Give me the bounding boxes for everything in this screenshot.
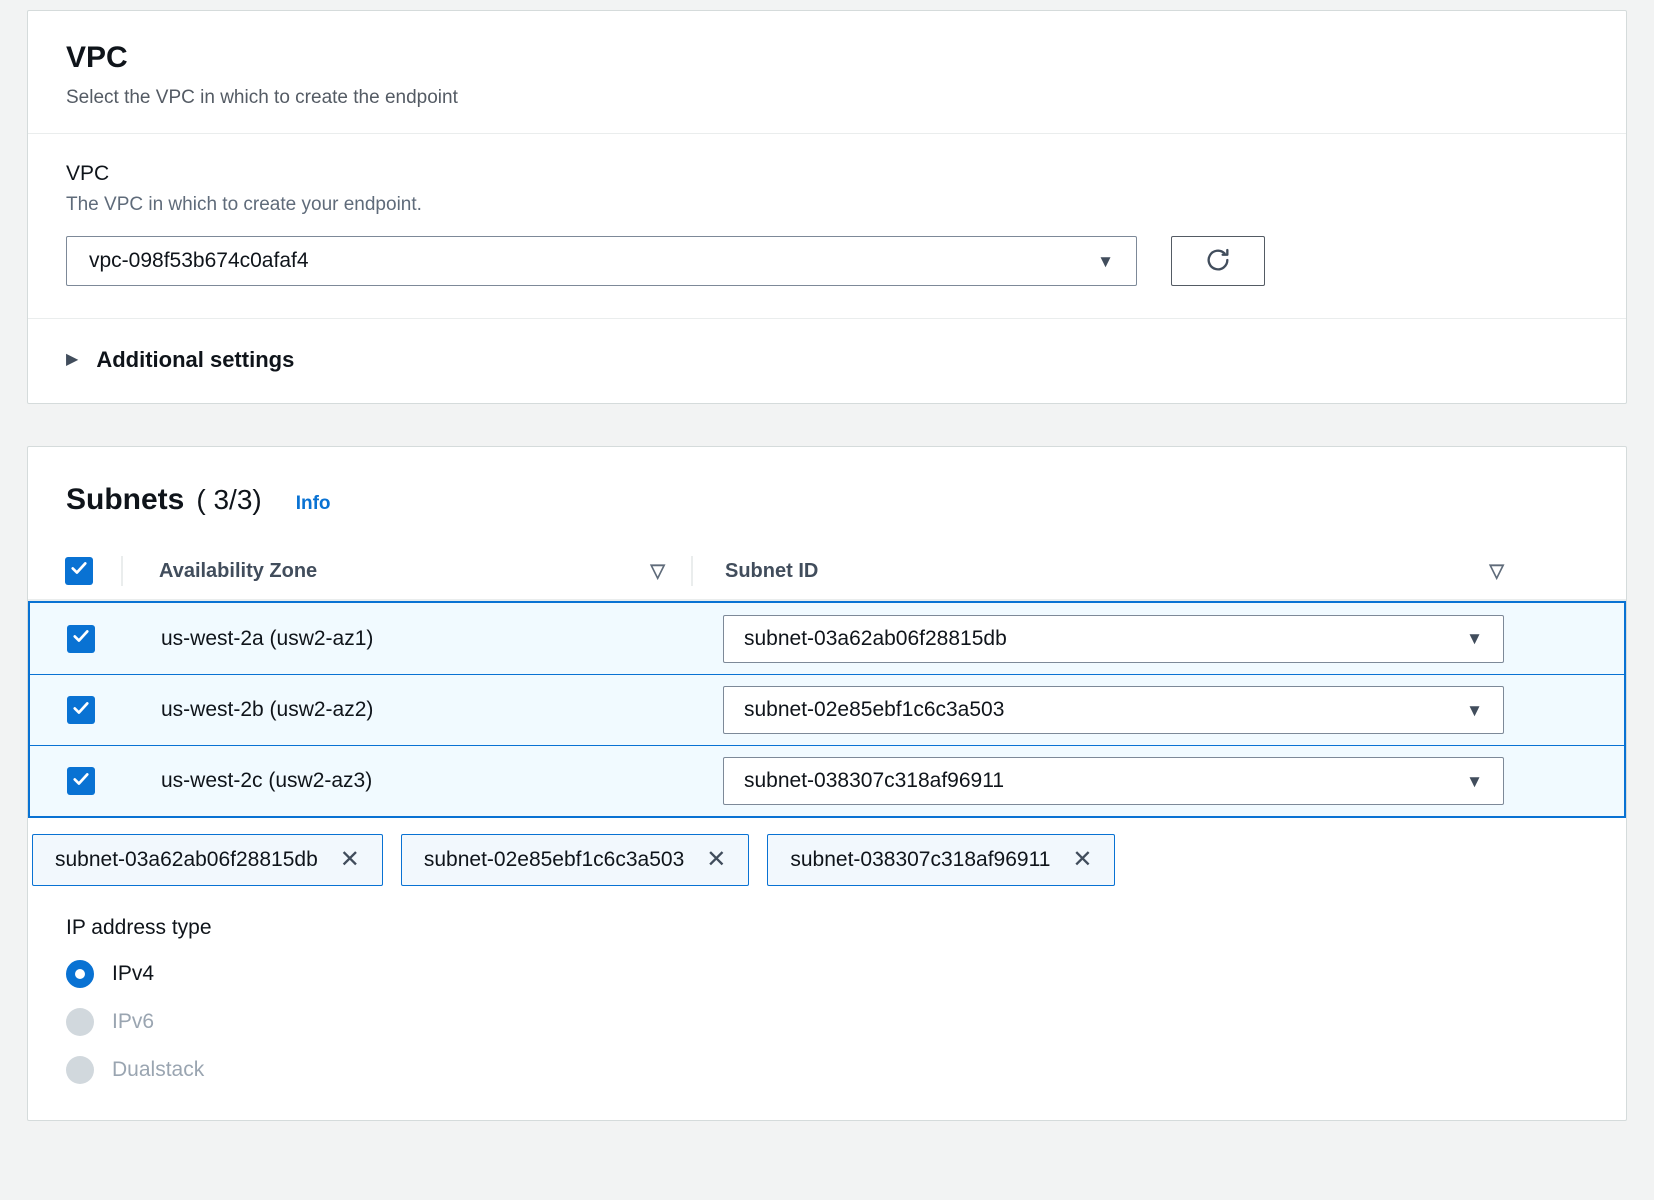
- check-icon: [71, 698, 91, 723]
- table-row: us-west-2a (usw2-az1) subnet-03a62ab06f2…: [30, 603, 1624, 674]
- radio-button-selected[interactable]: [66, 960, 94, 988]
- vpc-card-description: Select the VPC in which to create the en…: [66, 87, 1588, 109]
- close-icon[interactable]: ✕: [1072, 848, 1092, 872]
- subnet-select[interactable]: subnet-03a62ab06f28815db ▼: [723, 615, 1504, 663]
- radio-option-ipv6: IPv6: [66, 1008, 1588, 1036]
- subnets-table-header: Availability Zone ▽ Subnet ID ▽: [28, 543, 1626, 601]
- caret-down-icon: ▼: [1097, 253, 1114, 270]
- subnet-select[interactable]: subnet-02e85ebf1c6c3a503 ▼: [723, 686, 1504, 734]
- subnet-id-cell: subnet-02e85ebf1c6c3a503 ▼: [691, 686, 1624, 734]
- radio-option-dualstack: Dualstack: [66, 1056, 1588, 1084]
- refresh-button[interactable]: [1171, 236, 1265, 286]
- vpc-card-header: VPC Select the VPC in which to create th…: [28, 11, 1626, 133]
- radio-label: Dualstack: [112, 1058, 204, 1082]
- row-checkbox-cell: [30, 625, 123, 653]
- availability-zone-header-cell: Availability Zone ▽: [123, 560, 691, 583]
- caret-down-icon: ▼: [1466, 773, 1483, 790]
- subnet-token: subnet-038307c318af96911 ✕: [767, 834, 1115, 886]
- select-all-checkbox[interactable]: [65, 557, 93, 585]
- radio-option-ipv4[interactable]: IPv4: [66, 960, 1588, 988]
- table-row: us-west-2b (usw2-az2) subnet-02e85ebf1c6…: [30, 674, 1624, 745]
- subnet-token: subnet-02e85ebf1c6c3a503 ✕: [401, 834, 750, 886]
- subnet-id-cell: subnet-03a62ab06f28815db ▼: [691, 615, 1624, 663]
- subnets-card-header: Subnets ( 3/3) Info: [28, 447, 1626, 543]
- sort-icon[interactable]: ▽: [1489, 562, 1504, 581]
- subnet-id-header-cell: Subnet ID ▽: [693, 560, 1626, 583]
- vpc-field-description: The VPC in which to create your endpoint…: [66, 194, 1588, 216]
- row-checkbox[interactable]: [67, 625, 95, 653]
- availability-zone-cell: us-west-2b (usw2-az2): [123, 698, 691, 722]
- info-link[interactable]: Info: [296, 493, 331, 515]
- sort-icon[interactable]: ▽: [650, 562, 665, 581]
- caret-down-icon: ▼: [1466, 630, 1483, 647]
- vpc-select-value: vpc-098f53b674c0afaf4: [89, 249, 309, 273]
- ip-address-type-section: IP address type IPv4 IPv6 Dualstack: [28, 886, 1626, 1120]
- row-checkbox-cell: [30, 696, 123, 724]
- table-row: us-west-2c (usw2-az3) subnet-038307c318a…: [30, 745, 1624, 816]
- subnet-token-label: subnet-02e85ebf1c6c3a503: [424, 848, 684, 872]
- radio-label: IPv6: [112, 1010, 154, 1034]
- vpc-card: VPC Select the VPC in which to create th…: [27, 10, 1627, 404]
- subnets-count: ( 3/3): [196, 484, 261, 516]
- subnet-token: subnet-03a62ab06f28815db ✕: [32, 834, 383, 886]
- row-checkbox-cell: [30, 767, 123, 795]
- vpc-card-title: VPC: [66, 41, 1588, 75]
- subnet-token-label: subnet-038307c318af96911: [790, 848, 1050, 872]
- subnet-select-value: subnet-03a62ab06f28815db: [744, 627, 1007, 651]
- selected-subnet-tokens: subnet-03a62ab06f28815db ✕ subnet-02e85e…: [28, 818, 1626, 886]
- triangle-right-icon: ▶: [66, 352, 78, 368]
- subnets-table-body: us-west-2a (usw2-az1) subnet-03a62ab06f2…: [28, 601, 1626, 818]
- vpc-card-body: VPC The VPC in which to create your endp…: [28, 134, 1626, 318]
- select-all-cell: [28, 557, 121, 585]
- availability-zone-cell: us-west-2c (usw2-az3): [123, 769, 691, 793]
- subnet-id-cell: subnet-038307c318af96911 ▼: [691, 757, 1624, 805]
- check-icon: [71, 626, 91, 651]
- row-checkbox[interactable]: [67, 696, 95, 724]
- availability-zone-cell: us-west-2a (usw2-az1): [123, 627, 691, 651]
- subnets-card: Subnets ( 3/3) Info Availability Zone ▽ …: [27, 446, 1627, 1121]
- subnet-select-value: subnet-02e85ebf1c6c3a503: [744, 698, 1004, 722]
- additional-settings-label: Additional settings: [96, 347, 294, 373]
- close-icon[interactable]: ✕: [706, 848, 726, 872]
- check-icon: [69, 558, 89, 584]
- subnets-title: Subnets: [66, 483, 184, 517]
- ip-address-type-label: IP address type: [66, 916, 1588, 940]
- check-icon: [71, 769, 91, 794]
- subnet-token-label: subnet-03a62ab06f28815db: [55, 848, 318, 872]
- radio-label: IPv4: [112, 962, 154, 986]
- close-icon[interactable]: ✕: [340, 848, 360, 872]
- vpc-select[interactable]: vpc-098f53b674c0afaf4 ▼: [66, 236, 1137, 286]
- row-checkbox[interactable]: [67, 767, 95, 795]
- vpc-field-label: VPC: [66, 162, 1588, 186]
- vpc-select-row: vpc-098f53b674c0afaf4 ▼: [66, 236, 1588, 286]
- availability-zone-header-label: Availability Zone: [159, 560, 317, 583]
- subnet-select-value: subnet-038307c318af96911: [744, 769, 1004, 793]
- subnet-select[interactable]: subnet-038307c318af96911 ▼: [723, 757, 1504, 805]
- radio-button-disabled: [66, 1056, 94, 1084]
- refresh-icon: [1204, 246, 1232, 277]
- additional-settings-expander[interactable]: ▶ Additional settings: [28, 319, 1626, 403]
- radio-button-disabled: [66, 1008, 94, 1036]
- subnet-id-header-label: Subnet ID: [725, 560, 818, 583]
- caret-down-icon: ▼: [1466, 702, 1483, 719]
